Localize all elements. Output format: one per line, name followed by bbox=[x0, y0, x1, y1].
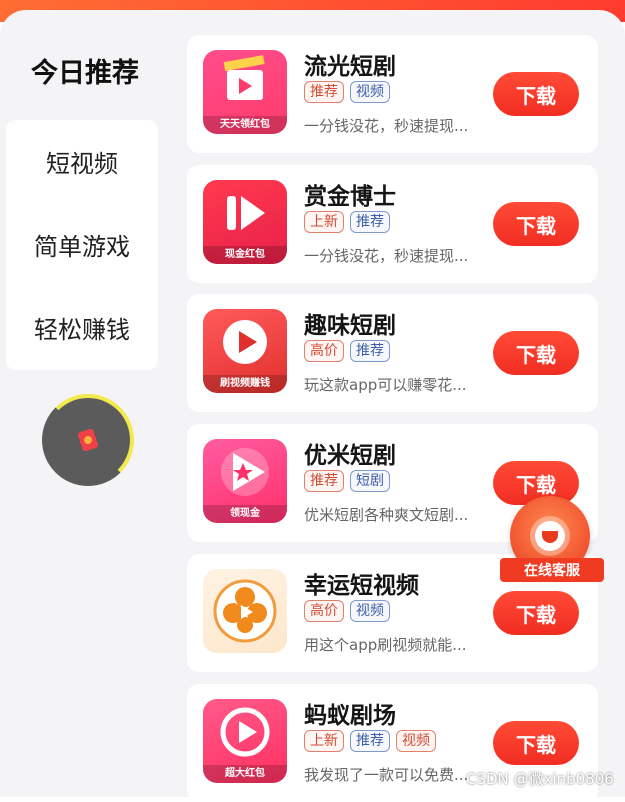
app-description: 一分钱没花，秒速提现... bbox=[304, 117, 469, 135]
icon-banner-text: 刷视频赚钱 bbox=[203, 375, 287, 393]
app-tags: 高价 推荐 bbox=[304, 340, 390, 362]
film-clapper-icon bbox=[203, 50, 287, 116]
app-icon[interactable] bbox=[203, 569, 287, 653]
app-tag: 上新 bbox=[304, 211, 344, 233]
customer-service-label: 在线客服 bbox=[500, 558, 604, 582]
star-play-icon bbox=[203, 439, 287, 505]
app-description: 一分钱没花，秒速提现... bbox=[304, 247, 469, 265]
sidebar-item-today-recommend[interactable]: 今日推荐 bbox=[0, 22, 170, 118]
app-tag: 推荐 bbox=[304, 470, 344, 492]
app-name: 流光短剧 bbox=[304, 54, 396, 80]
sidebar-item-short-video[interactable]: 短视频 bbox=[6, 120, 158, 203]
app-tags: 高价 视频 bbox=[304, 600, 390, 622]
app-card[interactable]: 现金红包 赏金博士 上新 推荐 一分钱没花，秒速提现... 下载 bbox=[187, 165, 598, 283]
icon-banner-text: 现金红包 bbox=[203, 246, 287, 264]
play-bars-icon bbox=[203, 180, 287, 246]
app-tag: 上新 bbox=[304, 730, 344, 752]
watermark-text: CSDN @微xinb0806 bbox=[466, 770, 614, 788]
app-name: 优米短剧 bbox=[304, 443, 396, 469]
app-tag: 推荐 bbox=[304, 81, 344, 103]
app-tag: 推荐 bbox=[350, 340, 390, 362]
floating-redpacket-button[interactable] bbox=[42, 394, 134, 486]
app-description: 用这个app刷视频就能... bbox=[304, 636, 467, 654]
icon-banner-text: 天天领红包 bbox=[203, 116, 287, 134]
download-button[interactable]: 下载 bbox=[493, 721, 579, 765]
headset-agent-icon bbox=[535, 521, 565, 551]
app-name: 蚂蚁剧场 bbox=[304, 703, 396, 729]
app-description: 玩这款app可以赚零花... bbox=[304, 376, 467, 394]
play-circle-icon bbox=[203, 309, 287, 375]
app-name: 幸运短视频 bbox=[304, 573, 419, 599]
app-card[interactable]: 天天领红包 流光短剧 推荐 视频 一分钱没花，秒速提现... 下载 bbox=[187, 35, 598, 153]
app-tag: 推荐 bbox=[350, 730, 390, 752]
app-tag: 推荐 bbox=[350, 211, 390, 233]
app-tags: 推荐 短剧 bbox=[304, 470, 390, 492]
app-tag: 短剧 bbox=[350, 470, 390, 492]
download-button[interactable]: 下载 bbox=[493, 72, 579, 116]
play-ring-icon bbox=[203, 699, 287, 765]
download-button[interactable]: 下载 bbox=[493, 331, 579, 375]
app-icon[interactable]: 现金红包 bbox=[203, 180, 287, 264]
app-icon[interactable]: 领现金 bbox=[203, 439, 287, 523]
sidebar-item-simple-games[interactable]: 简单游戏 bbox=[6, 203, 158, 286]
customer-service-widget[interactable]: 在线客服 bbox=[500, 496, 604, 588]
download-button[interactable]: 下载 bbox=[493, 591, 579, 635]
app-tag: 高价 bbox=[304, 600, 344, 622]
app-icon[interactable]: 天天领红包 bbox=[203, 50, 287, 134]
app-icon[interactable]: 刷视频赚钱 bbox=[203, 309, 287, 393]
app-name: 赏金博士 bbox=[304, 184, 396, 210]
icon-banner-text: 领现金 bbox=[203, 505, 287, 523]
icon-banner-text: 超大红包 bbox=[203, 765, 287, 783]
app-description: 优米短剧各种爽文短剧... bbox=[304, 506, 469, 524]
red-envelope-icon bbox=[77, 428, 99, 452]
app-tags: 上新 推荐 视频 bbox=[304, 730, 436, 752]
sidebar-list: 短视频 简单游戏 轻松赚钱 bbox=[6, 120, 158, 370]
download-button[interactable]: 下载 bbox=[493, 202, 579, 246]
app-tag: 高价 bbox=[304, 340, 344, 362]
sidebar-item-easy-earn[interactable]: 轻松赚钱 bbox=[6, 286, 158, 369]
app-card[interactable]: 刷视频赚钱 趣味短剧 高价 推荐 玩这款app可以赚零花... 下载 bbox=[187, 294, 598, 412]
app-tags: 上新 推荐 bbox=[304, 211, 390, 233]
app-tag: 视频 bbox=[350, 600, 390, 622]
app-icon[interactable]: 超大红包 bbox=[203, 699, 287, 783]
app-tag: 视频 bbox=[350, 81, 390, 103]
app-tags: 推荐 视频 bbox=[304, 81, 390, 103]
app-tag: 视频 bbox=[396, 730, 436, 752]
clover-play-icon bbox=[203, 569, 287, 653]
app-name: 趣味短剧 bbox=[304, 313, 396, 339]
